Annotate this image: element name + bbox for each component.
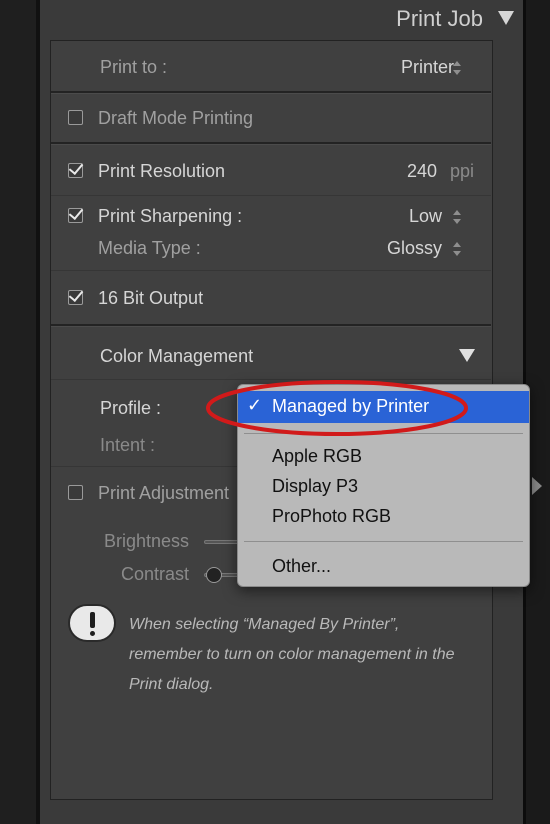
contrast-slider-thumb[interactable] [206, 567, 222, 583]
profile-option-other[interactable]: Other... [272, 556, 331, 577]
row-divider [51, 270, 491, 271]
profile-label: Profile : [100, 398, 162, 418]
left-panel-strip [0, 0, 40, 824]
bit-output-checkbox[interactable] [68, 290, 83, 305]
print-to-select[interactable]: Printer [401, 57, 454, 78]
print-sharpening-label: Print Sharpening : [98, 206, 243, 226]
menu-separator [244, 541, 523, 542]
print-resolution-label: Print Resolution [98, 161, 226, 181]
panel-title[interactable]: Print Job [396, 6, 483, 32]
print-sharpening-stepper-icon[interactable] [453, 210, 461, 224]
annotation-ellipse [206, 380, 468, 436]
print-sharpening-checkbox[interactable] [68, 208, 83, 223]
color-management-title: Color Management [100, 346, 254, 366]
print-to-label: Print to : [100, 57, 168, 77]
print-to-stepper-icon[interactable] [453, 61, 461, 75]
draft-mode-checkbox[interactable] [68, 110, 83, 125]
panel-collapse-triangle-icon[interactable] [498, 11, 514, 25]
section-divider [51, 324, 491, 327]
print-resolution-checkbox[interactable] [68, 163, 83, 178]
profile-option-apple-rgb[interactable]: Apple RGB [272, 446, 362, 467]
color-management-triangle-icon[interactable] [459, 349, 475, 362]
warning-icon [68, 604, 116, 642]
section-divider [51, 142, 491, 145]
print-resolution-value[interactable]: 240 [407, 161, 437, 182]
profile-option-display-p3[interactable]: Display P3 [272, 476, 358, 497]
media-type-stepper-icon[interactable] [453, 242, 461, 256]
contrast-label: Contrast [121, 564, 190, 584]
intent-label: Intent : [100, 435, 156, 455]
bit-output-label: 16 Bit Output [98, 288, 204, 308]
print-adjustment-label: Print Adjustment [98, 483, 230, 503]
section-divider [51, 91, 491, 94]
draft-mode-label: Draft Mode Printing [98, 108, 254, 128]
media-type-label: Media Type : [98, 238, 201, 258]
media-type-select[interactable]: Glossy [387, 238, 442, 259]
profile-option-prophoto-rgb[interactable]: ProPhoto RGB [272, 506, 391, 527]
print-sharpening-select[interactable]: Low [409, 206, 442, 227]
print-resolution-unit: ppi [450, 161, 475, 181]
expand-right-arrow-icon[interactable] [532, 477, 542, 495]
row-divider [51, 195, 491, 196]
color-management-note: When selecting “Managed By Printer”, rem… [129, 616, 455, 693]
print-adjustment-checkbox[interactable] [68, 485, 83, 500]
brightness-label: Brightness [104, 531, 190, 551]
